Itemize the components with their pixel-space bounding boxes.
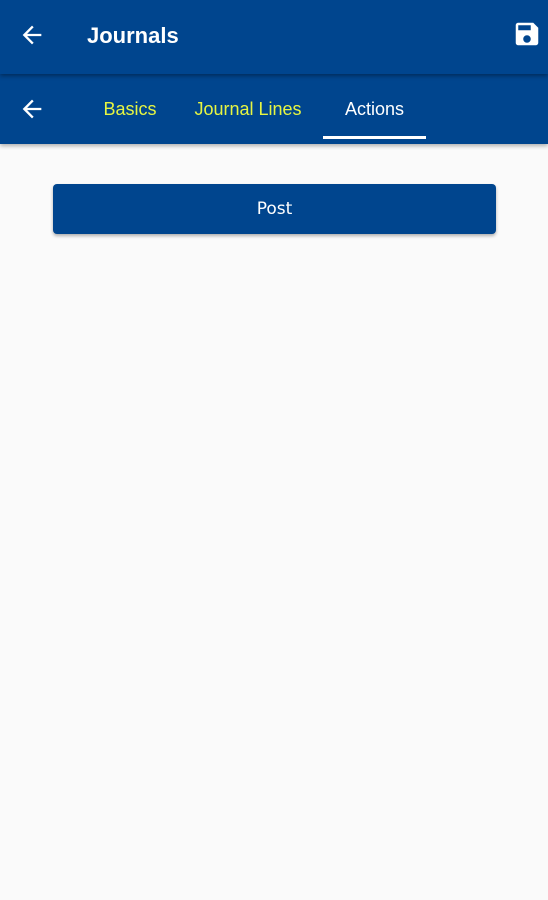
page-title: Journals xyxy=(87,23,179,48)
tab-basics[interactable]: Basics xyxy=(95,74,165,140)
save-icon[interactable] xyxy=(512,19,542,49)
back-arrow-icon[interactable] xyxy=(18,21,46,49)
tab-journal-lines[interactable]: Journal Lines xyxy=(188,74,308,140)
tab-back-arrow-icon[interactable] xyxy=(18,95,46,123)
tab-actions[interactable]: Actions xyxy=(323,74,426,140)
app-bar: Journals xyxy=(0,0,548,74)
active-tab-indicator xyxy=(323,136,426,139)
journals-screen: Journals Basics Journal Lines Actions Po… xyxy=(0,0,548,900)
tab-bar: Basics Journal Lines Actions xyxy=(0,74,548,144)
post-button[interactable]: Post xyxy=(53,184,496,234)
actions-panel: Post xyxy=(0,144,548,900)
